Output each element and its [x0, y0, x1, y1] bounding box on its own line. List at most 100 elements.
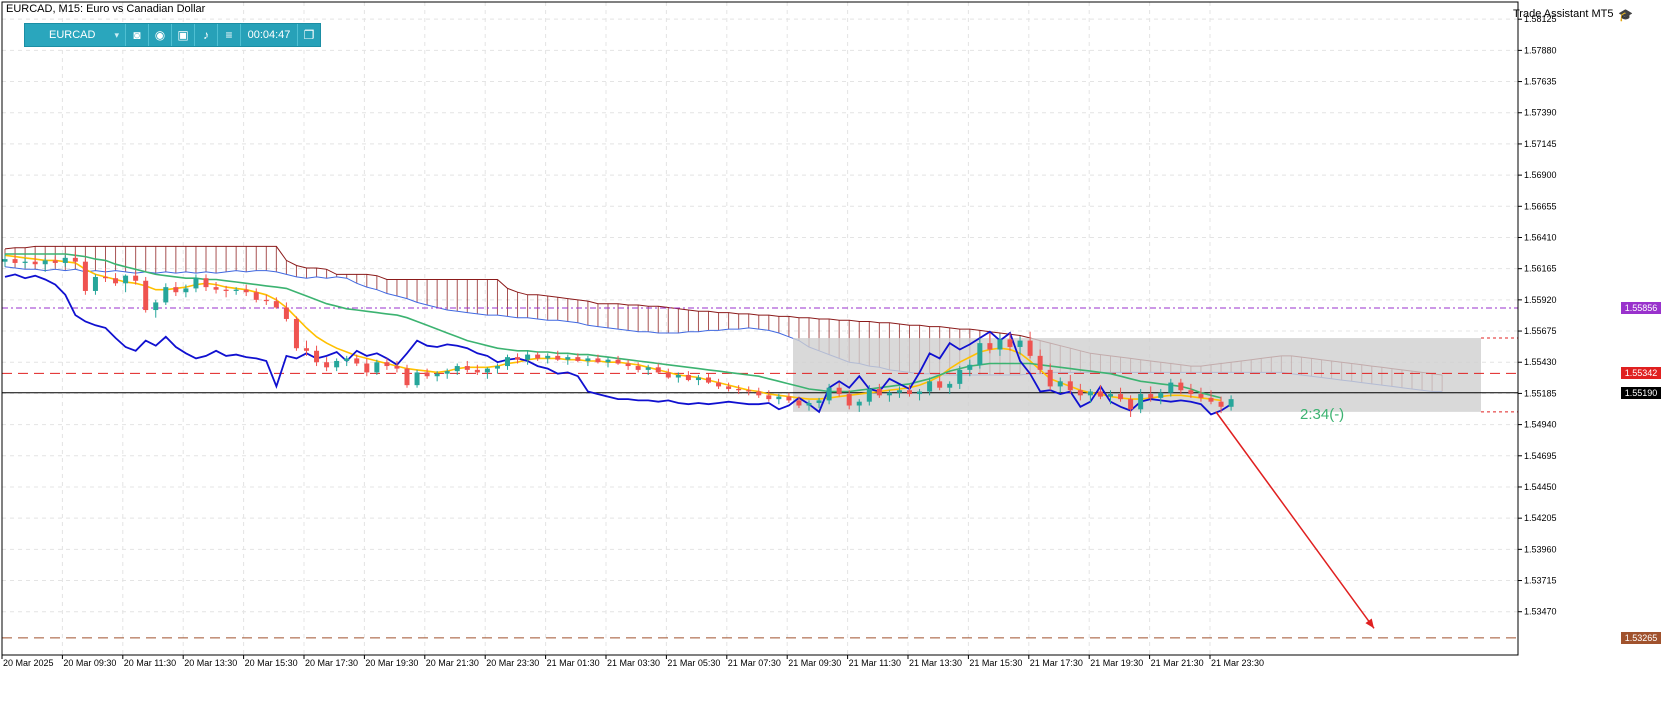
bell-icon[interactable]: ♪ [194, 24, 217, 46]
x-tick-label: 21 Mar 19:30 [1090, 658, 1143, 668]
y-tick-label: 1.57390 [1524, 108, 1557, 118]
candle-body [1057, 381, 1063, 387]
calendar-icon[interactable]: ▣ [171, 24, 194, 46]
candle-body [82, 261, 88, 291]
x-tick-label: 21 Mar 15:30 [969, 658, 1022, 668]
y-tick-label: 1.53960 [1524, 544, 1557, 554]
candle-body [525, 354, 531, 360]
candle-body [1188, 390, 1194, 395]
candle-body [1138, 394, 1144, 410]
candle-body [816, 400, 822, 403]
candle-body [52, 260, 58, 263]
x-tick-label: 21 Mar 23:30 [1211, 658, 1264, 668]
x-tick-label: 21 Mar 01:30 [547, 658, 600, 668]
symbol-selector[interactable]: EURCAD ▾ [25, 24, 125, 46]
chart-grid [1, 2, 1518, 655]
graduation-cap-icon[interactable]: 🎓 [1618, 8, 1633, 22]
candle-body [615, 359, 621, 364]
candle-body [374, 362, 380, 373]
candle-body [625, 363, 631, 367]
candle-body [806, 402, 812, 406]
x-tick-label: 20 Mar 2025 [3, 658, 54, 668]
candle-body [494, 366, 500, 369]
candle-body [846, 394, 852, 406]
x-tick-label: 20 Mar 21:30 [426, 658, 479, 668]
candle-body [736, 388, 742, 391]
eye-icon[interactable]: ◉ [148, 24, 171, 46]
candle-body [213, 287, 219, 290]
y-tick-label: 1.57880 [1524, 45, 1557, 55]
menu-icon[interactable]: ≡ [217, 24, 240, 46]
x-tick-label: 21 Mar 03:30 [607, 658, 660, 668]
arrow-head [1365, 618, 1374, 629]
candle-body [42, 260, 48, 265]
candle-body [927, 381, 933, 392]
y-tick-label: 1.55185 [1524, 388, 1557, 398]
candle-body [1067, 381, 1073, 391]
candle-body [434, 373, 440, 377]
candle-body [1128, 399, 1134, 410]
candle-body [1108, 394, 1113, 397]
range-box-rect [793, 338, 1481, 412]
candle-body [1168, 382, 1174, 393]
countdown-label: 2:34(-) [1300, 406, 1345, 423]
candle-body [414, 372, 420, 386]
candle-body [907, 390, 912, 395]
candle-body [896, 390, 902, 393]
candle-body [605, 359, 611, 363]
candle-body [2, 259, 8, 262]
candle-body [72, 257, 78, 262]
candle-body [967, 364, 973, 370]
camera-icon[interactable]: ◙ [125, 24, 148, 46]
candle-body [977, 343, 983, 365]
candle-body [133, 275, 139, 281]
candle-body [394, 366, 400, 369]
y-tick-label: 1.56165 [1524, 264, 1557, 274]
candle-body [123, 275, 129, 284]
candle-body [1097, 391, 1103, 397]
candle-body [515, 357, 521, 360]
range-box [793, 337, 1518, 413]
candle-body [1158, 392, 1164, 398]
trade-toolbar: EURCAD ▾ ◙ ◉ ▣ ♪ ≡ 00:04:47 ❐ [24, 23, 321, 47]
price-tag: 1.55342 [1621, 367, 1661, 380]
y-tick-label: 1.55920 [1524, 295, 1557, 305]
candle-body [193, 278, 199, 289]
x-tick-label: 20 Mar 13:30 [184, 658, 237, 668]
candle-body [62, 257, 68, 263]
candle-body [1047, 369, 1053, 387]
candle-body [424, 372, 430, 377]
bar-timer: 00:04:47 [240, 24, 297, 46]
candle-body [746, 390, 752, 392]
candle-body [957, 369, 963, 384]
y-tick-label: 1.53715 [1524, 576, 1557, 586]
candle-body [283, 307, 289, 319]
candle-body [796, 400, 802, 406]
candle-body [92, 276, 98, 291]
candle-body [826, 387, 832, 401]
candle-body [153, 302, 159, 311]
candle-body [575, 357, 581, 361]
candle-body [866, 388, 872, 402]
y-tick-label: 1.54940 [1524, 420, 1557, 430]
candle-body [293, 318, 299, 349]
x-tick-label: 20 Mar 15:30 [245, 658, 298, 668]
candle-body [1017, 340, 1023, 347]
x-tick-label: 20 Mar 09:30 [63, 658, 116, 668]
window-icon[interactable]: ❐ [297, 24, 320, 46]
y-tick-label: 1.56655 [1524, 201, 1557, 211]
x-tick-label: 21 Mar 17:30 [1030, 658, 1083, 668]
y-tick-label: 1.55430 [1524, 357, 1557, 367]
candle-body [143, 280, 149, 311]
price-chart[interactable]: 1.581251.578801.576351.573901.571451.569… [0, 0, 1663, 715]
candle-body [987, 343, 993, 350]
candle-body [233, 289, 239, 291]
candle-body [344, 358, 350, 361]
candle-body [273, 301, 279, 308]
candle-body [354, 358, 360, 364]
x-tick-label: 21 Mar 09:30 [788, 658, 841, 668]
y-tick-label: 1.57635 [1524, 77, 1557, 87]
candle-body [756, 391, 762, 396]
candle-body [655, 367, 661, 373]
candle-body [384, 362, 390, 367]
